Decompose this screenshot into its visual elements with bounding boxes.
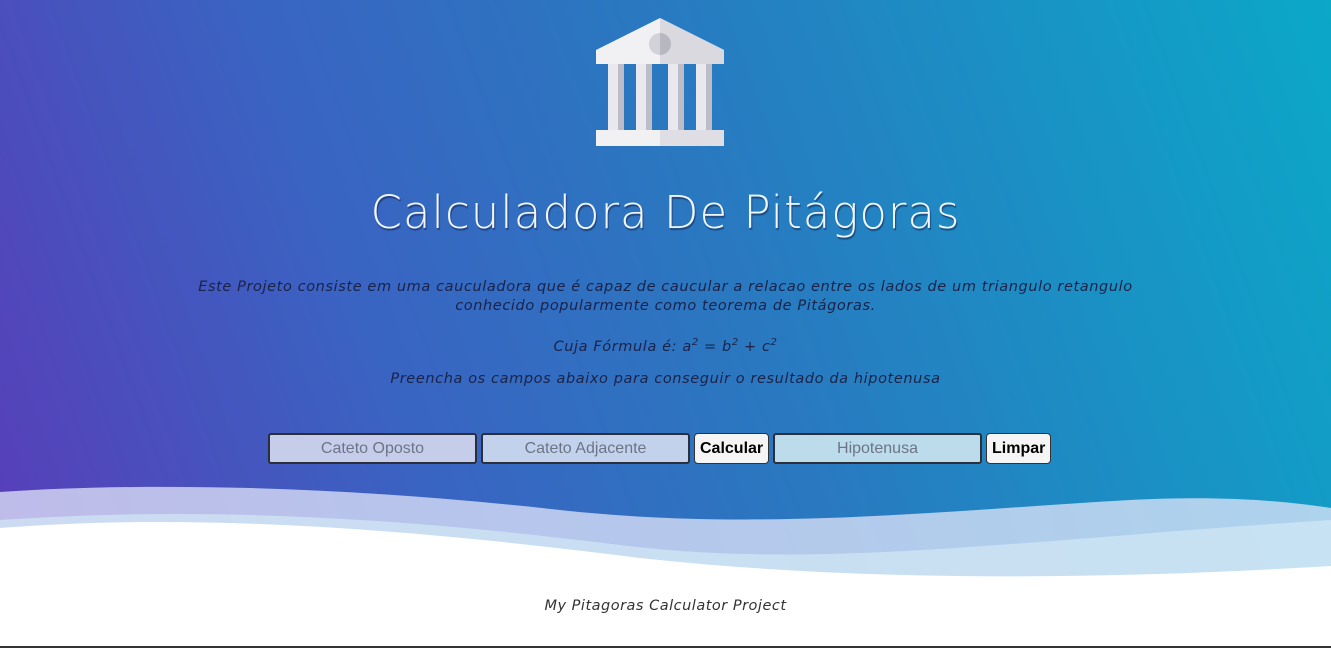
formula-b: b (722, 339, 732, 355)
formula-a: a (682, 339, 692, 355)
formula-equals: = (698, 339, 722, 355)
calcular-button[interactable]: Calcular (694, 433, 769, 464)
footer-text: My Pitagoras Calculator Project (544, 598, 787, 614)
bank-building-icon (596, 18, 724, 146)
formula-exp-c: 2 (770, 337, 778, 348)
cateto-oposto-input[interactable] (268, 433, 477, 464)
cateto-adjacente-input[interactable] (481, 433, 690, 464)
page-title: Calculadora De Pitágoras (370, 186, 961, 239)
formula-c: c (761, 339, 771, 355)
formula-prefix: Cuja Fórmula é: (553, 339, 683, 355)
wave-decoration (0, 486, 1331, 648)
description-line-2: conhecido popularmente como teorema de P… (455, 298, 876, 314)
instructions-text: Preencha os campos abaixo para conseguir… (390, 371, 941, 387)
formula-text: Cuja Fórmula é: a2 = b2 + c2 (0, 333, 1331, 357)
hipotenusa-output-field[interactable] (773, 433, 982, 464)
formula-plus: + (738, 339, 762, 355)
description-line-1: Este Projeto consiste em uma cauculadora… (198, 279, 1133, 295)
limpar-button[interactable]: Limpar (986, 433, 1051, 464)
formula-exp-a: 2 (691, 337, 699, 348)
formula-exp-b: 2 (731, 337, 739, 348)
